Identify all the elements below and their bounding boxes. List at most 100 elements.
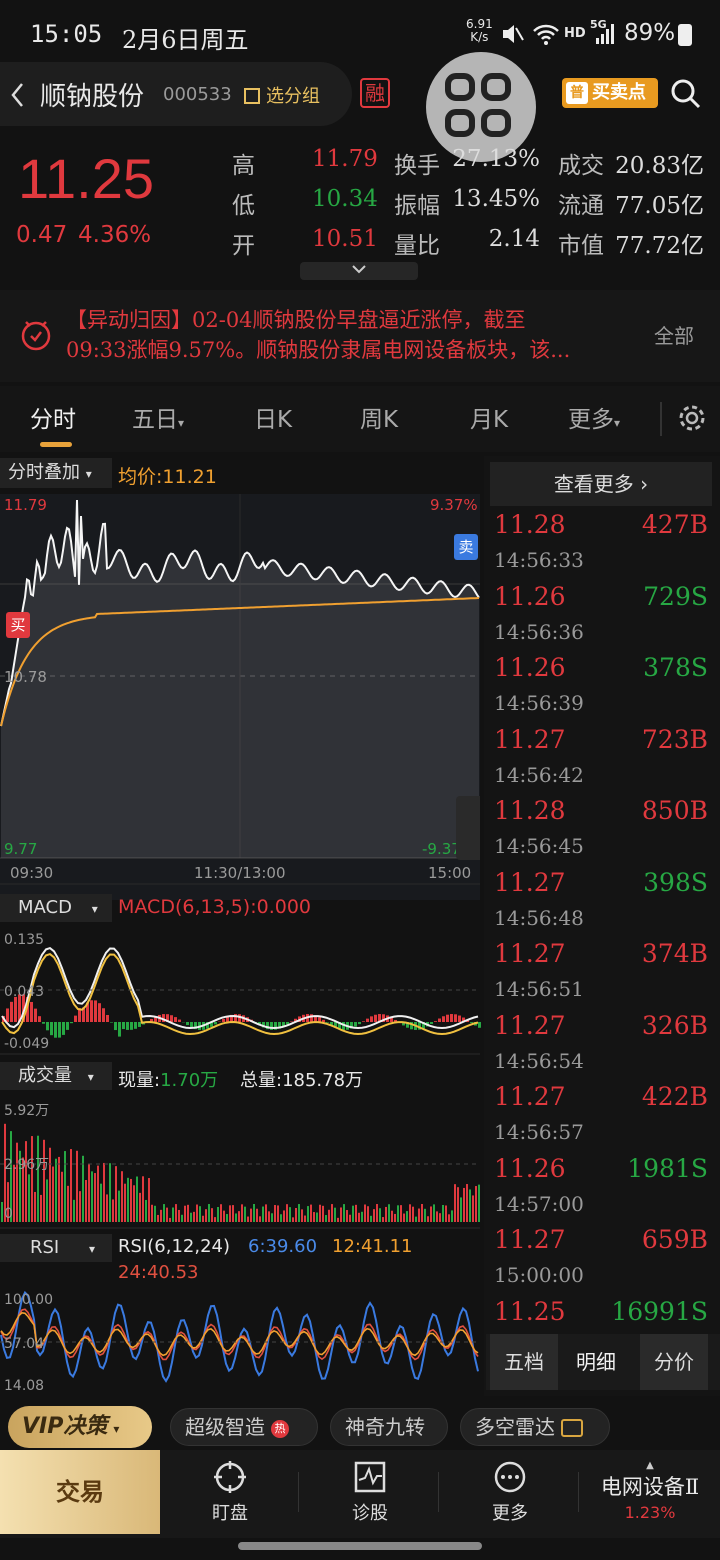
sector-ticker[interactable]: ▲ 电网设备Ⅱ 1.23% (584, 1460, 716, 1522)
tab-more[interactable]: 更多▾ (568, 400, 620, 434)
rsi-select[interactable]: RSI ▾ (0, 1234, 112, 1262)
hd-badge: HD (564, 26, 586, 41)
volume-bar (313, 1212, 315, 1222)
volume-bar (430, 1206, 432, 1222)
volume-bar (463, 1187, 465, 1222)
rsi-24: 24:40.53 (118, 1262, 199, 1283)
volume-bar (223, 1210, 225, 1222)
vip-decision-button[interactable]: VIP决策 ▾ (8, 1406, 152, 1448)
tick-tab-price-dist[interactable]: 分价 (640, 1334, 708, 1390)
macd-value: MACD(6,13,5):0.000 (118, 896, 312, 918)
volume-bar (358, 1212, 360, 1222)
net-speed: 6.91 K/s (466, 17, 493, 44)
tick-time: 14:56:36 (494, 619, 584, 644)
tab-daily-k[interactable]: 日K (254, 400, 292, 434)
volume-bar (283, 1210, 285, 1222)
volume-bar (121, 1171, 123, 1222)
volume-bar (91, 1171, 93, 1222)
tab-intraday[interactable]: 分时 (30, 400, 76, 434)
mute-icon (500, 22, 524, 50)
buy-marker[interactable]: 买 (6, 612, 30, 638)
volume-bar (472, 1195, 474, 1222)
tick-volume: 398S (643, 867, 708, 897)
volume-bar (196, 1204, 198, 1222)
volume-bar (31, 1136, 33, 1222)
volume-bar (235, 1213, 237, 1222)
quote-label-2: 量比 (394, 233, 440, 259)
y-axis-high: 11.79 (4, 496, 47, 514)
volume-bar (424, 1208, 426, 1222)
quote-label-1: 低 (232, 193, 255, 219)
sell-marker[interactable]: 卖 (454, 534, 478, 560)
macd-bar (446, 1014, 449, 1022)
volume-bar (85, 1180, 87, 1222)
volume-bar (376, 1204, 378, 1222)
volume-y-low: 0 (4, 1206, 13, 1222)
feature-magic-nine[interactable]: 神奇九转 (330, 1408, 448, 1446)
tab-monthly-k[interactable]: 月K (470, 400, 508, 434)
back-button[interactable] (8, 80, 28, 114)
feature-smart-manufacturing[interactable]: 超级智造热 (170, 1408, 318, 1446)
tab-divider (660, 402, 662, 436)
volume-bar (460, 1197, 462, 1222)
tick-tab-order-book[interactable]: 五档 (490, 1334, 558, 1390)
nav-watch[interactable]: 盯盘 (180, 1452, 280, 1536)
volume-bar (400, 1205, 402, 1222)
tick-time: 14:56:54 (494, 1048, 584, 1073)
macd-y-low: -0.049 (4, 1036, 50, 1052)
macd-bar (46, 1022, 49, 1031)
macd-bar (370, 1016, 373, 1022)
search-button[interactable] (670, 78, 702, 114)
macd-bar (450, 1014, 453, 1022)
quote-label-1: 开 (232, 233, 255, 259)
volume-bar (97, 1165, 99, 1222)
volume-bar (421, 1204, 423, 1222)
tick-row: 11.26 1981S 14:57:00 (494, 1154, 710, 1226)
news-all-link[interactable]: 全部 (654, 320, 694, 349)
buy-sell-badge-icon: 普 (566, 82, 588, 104)
nav-diagnose[interactable]: 诊股 (320, 1452, 420, 1536)
macd-bar (90, 1000, 93, 1022)
nav-divider-2 (438, 1472, 439, 1512)
macd-bar (106, 1014, 109, 1022)
y-axis-high-pct: 9.37% (430, 496, 478, 514)
pulse-chart-icon (354, 1461, 386, 1493)
volume-bar (250, 1208, 252, 1222)
feature-radar[interactable]: 多空雷达 (460, 1408, 610, 1446)
expand-quote-button[interactable] (300, 262, 418, 280)
volume-bar (445, 1205, 447, 1222)
quote-value-1: 11.79 (312, 146, 378, 172)
view-more-button[interactable]: 查看更多 › (490, 462, 712, 506)
macd-bar (374, 1014, 377, 1022)
volume-select[interactable]: 成交量 ▾ (0, 1062, 112, 1090)
nav-more[interactable]: 更多 (460, 1452, 560, 1536)
volume-bar (175, 1204, 177, 1222)
trade-button[interactable]: 交易 (0, 1450, 160, 1534)
macd-bar (214, 1022, 217, 1025)
quote-label-1: 高 (232, 153, 255, 179)
tick-volume: 422B (641, 1082, 708, 1111)
tab-five-day[interactable]: 五日▾ (132, 400, 184, 434)
overlay-select[interactable]: 分时叠加 ▾ (0, 458, 112, 488)
rsi-params: RSI(6,12,24) (118, 1236, 230, 1257)
macd-bar (10, 1001, 13, 1022)
volume-bar (40, 1194, 42, 1222)
volume-bar (325, 1215, 327, 1222)
macd-select[interactable]: MACD ▾ (0, 894, 112, 922)
volume-bar (433, 1204, 435, 1222)
chart-scroll-handle[interactable] (456, 796, 480, 860)
macd-bar (30, 1001, 33, 1022)
margin-badge[interactable]: 融 (360, 78, 390, 108)
tick-tab-detail[interactable]: 明细 (562, 1334, 630, 1390)
tick-row: 11.28 850B 14:56:45 (494, 796, 710, 868)
settings-button[interactable] (676, 402, 708, 438)
macd-bar (70, 1022, 73, 1024)
tab-weekly-k[interactable]: 周K (360, 400, 398, 434)
select-group-button[interactable]: 选分组 (244, 82, 320, 108)
buy-sell-point-button[interactable]: 普买卖点 (562, 78, 658, 108)
volume-bar (55, 1158, 57, 1222)
quote-value-3: 20.83亿 (615, 153, 704, 179)
volume-bar (265, 1204, 267, 1222)
news-line-1: 【异动归因】02-04顺钠股份早盘逼近涨停，截至 (66, 308, 526, 332)
volume-bar (307, 1206, 309, 1222)
